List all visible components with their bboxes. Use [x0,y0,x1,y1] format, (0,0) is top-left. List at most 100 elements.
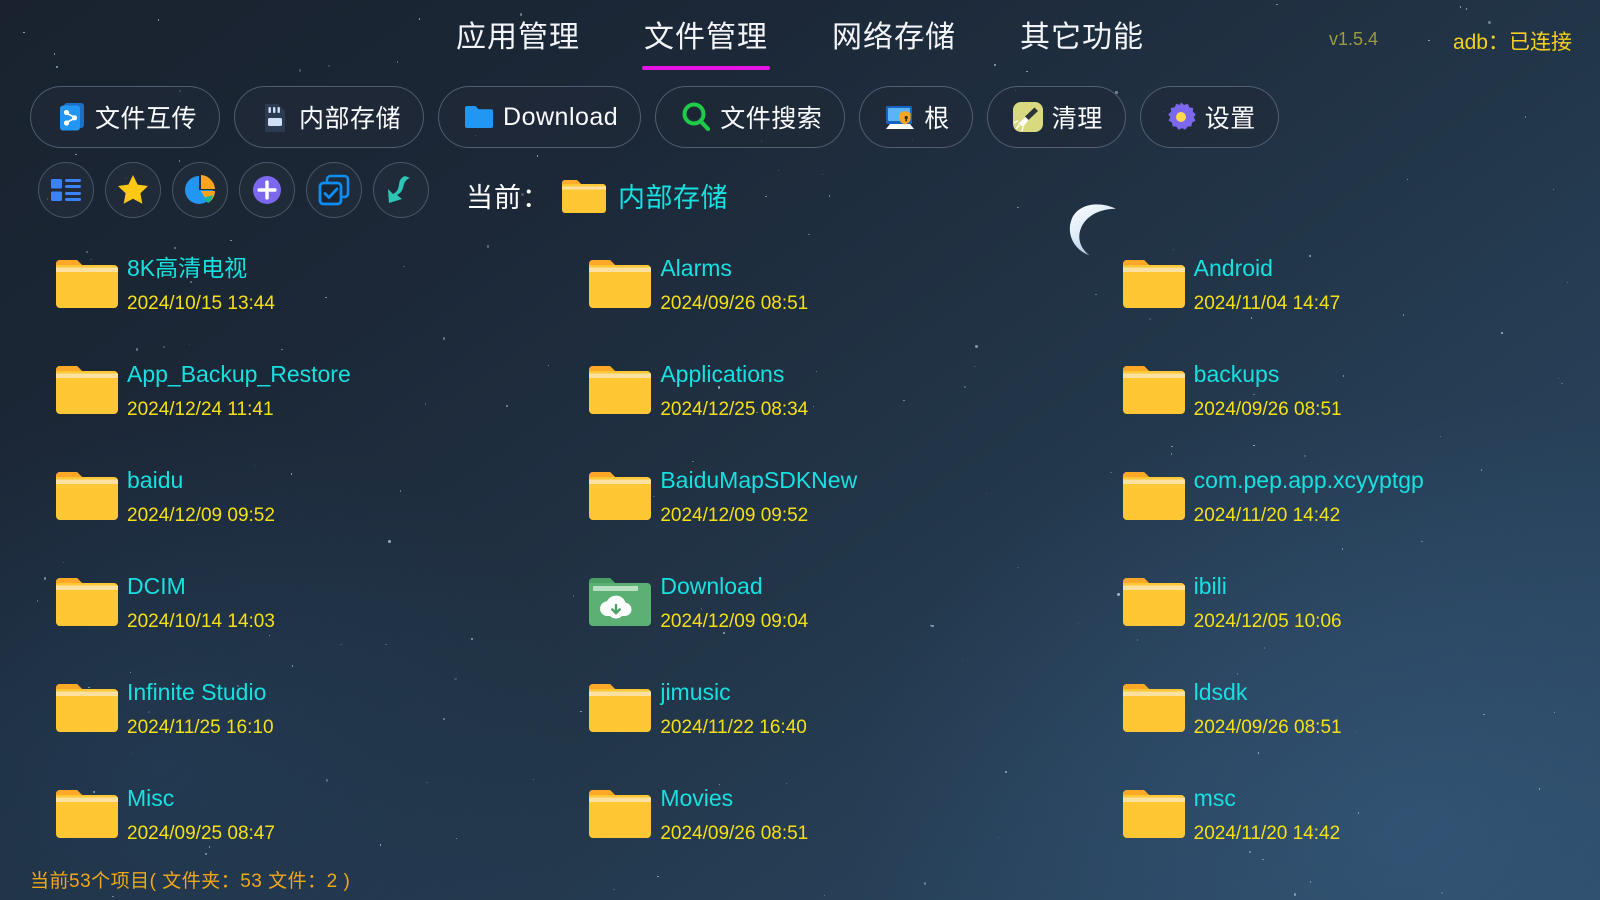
folder-yellow-icon [1122,790,1185,838]
list-view-button[interactable] [38,162,94,218]
file-search-button[interactable]: 文件搜索 [655,86,846,148]
version-label: v1.5.4 [1328,29,1378,49]
file-item[interactable]: Download 2024/12/09 09:04 [533,564,1066,670]
file-date: 2024/09/26 08:51 [1193,717,1342,738]
root-button[interactable]: 根 [859,86,973,148]
file-item[interactable]: Movies 2024/09/26 08:51 [533,776,1066,882]
download-folder-button[interactable]: Download [438,86,642,148]
file-search-label: 文件搜索 [720,105,823,133]
settings-button[interactable]: 设置 [1139,86,1279,148]
refresh-button[interactable] [373,162,429,218]
status-bar: 当前53个项目( 文件夹：53 文件：2 ) [30,871,351,892]
file-date: 2024/12/09 09:04 [660,611,809,632]
clean-label: 清理 [1051,105,1103,133]
list-view-icon [51,179,81,201]
file-name: jimusic [660,679,731,705]
file-date: 2024/12/09 09:52 [127,505,275,526]
file-name: msc [1193,785,1236,811]
clean-button[interactable]: 清理 [986,86,1126,148]
file-list-grid: 8K高清电视 2024/10/15 13:44 Alarms 2024/09/26 … [0,246,1600,856]
settings-label: 设置 [1204,105,1256,133]
tab-file-management[interactable]: 文件管理 [640,6,772,70]
share-files-icon [60,103,84,131]
file-date: 2024/11/04 14:47 [1193,293,1341,314]
file-item[interactable]: ldsdk 2024/09/26 08:51 [1067,670,1600,776]
folder-yellow-icon [1122,684,1185,732]
folder-yellow-icon [56,790,118,838]
tab-other-functions[interactable]: 其它功能 [1016,6,1148,70]
internal-storage-label: 内部存储 [299,105,402,133]
file-item[interactable]: App_Backup_Restore 2024/12/24 11:41 [0,352,533,458]
star-favorite-icon [118,175,148,204]
download-folder-label: Download [503,102,619,131]
folder-yellow-icon [589,790,652,838]
folder-yellow-icon [562,179,606,213]
file-item[interactable]: baidu 2024/12/09 09:52 [0,458,533,564]
file-name: Download [660,573,763,599]
file-name: ldsdk [1193,679,1248,705]
file-name: Alarms [660,255,732,281]
file-item[interactable]: BaiduMapSDKNew 2024/12/09 09:52 [533,458,1066,564]
file-item[interactable]: Applications 2024/12/25 08:34 [533,352,1066,458]
current-path-bar: 当前： 内部存储 [466,176,728,215]
folder-yellow-icon [1122,578,1185,626]
file-name: Misc [127,785,175,811]
file-date: 2024/10/15 13:44 [127,293,275,314]
file-item[interactable]: ibili 2024/12/05 10:06 [1067,564,1600,670]
folder-blue-icon [465,106,494,128]
file-date: 2024/11/20 14:42 [1193,823,1341,844]
action-icon-bar [38,162,429,218]
file-name: Movies [660,785,734,811]
file-date: 2024/09/26 08:51 [660,823,809,844]
tab-app-management[interactable]: 应用管理 [452,6,584,70]
file-name: Android [1193,255,1273,281]
file-date: 2024/11/25 16:10 [127,717,274,738]
add-button[interactable] [239,162,295,218]
folder-yellow-icon [589,684,652,732]
storage-chart-button[interactable] [172,162,228,218]
feature-toolbar: 文件互传 内部存储 Download 文件搜索 根 清理 设置 [30,86,1279,148]
search-green-icon [682,102,711,132]
file-name: Applications [660,361,785,387]
file-date: 2024/10/14 14:03 [127,611,275,632]
folder-yellow-icon [1122,472,1185,520]
folder-yellow-icon [56,260,118,308]
folder-yellow-icon [56,684,118,732]
file-date: 2024/12/24 11:41 [127,399,274,420]
file-name: com.pep.app.xcyyptgp [1193,467,1424,493]
broom-clean-icon [1012,102,1043,132]
file-item[interactable]: msc 2024/11/20 14:42 [1067,776,1600,882]
plus-add-icon [253,176,281,204]
pie-chart-storage-icon [185,175,215,204]
folder-yellow-icon [589,366,652,414]
root-label: 根 [924,105,950,133]
folder-download-green-icon [589,578,652,626]
root-monitor-shield-icon [886,106,915,129]
current-path-value: 内部存储 [618,183,728,213]
file-date: 2024/12/09 09:52 [660,505,809,526]
file-name: ibili [1193,573,1227,599]
file-item[interactable]: DCIM 2024/10/14 14:03 [0,564,533,670]
file-transfer-button[interactable]: 文件互传 [30,86,221,148]
file-item[interactable]: Alarms 2024/09/26 08:51 [533,246,1066,352]
folder-yellow-icon [1122,260,1185,308]
multi-select-icon [318,174,350,206]
sd-card-icon [265,104,286,132]
file-name: App_Backup_Restore [127,361,351,387]
internal-storage-button[interactable]: 内部存储 [234,86,425,148]
file-name: baidu [127,467,184,493]
file-item[interactable]: Android 2024/11/04 14:47 [1067,246,1600,352]
multi-select-button[interactable] [306,162,362,218]
file-name: 8K高清电视 [127,255,248,281]
file-name: Infinite Studio [127,679,267,705]
file-item[interactable]: com.pep.app.xcyyptgp 2024/11/20 14:42 [1067,458,1600,564]
tab-network-storage[interactable]: 网络存储 [828,6,960,70]
file-item[interactable]: backups 2024/09/26 08:51 [1067,352,1600,458]
file-item[interactable]: Infinite Studio 2024/11/25 16:10 [0,670,533,776]
current-path-label: 当前： [466,183,550,213]
file-item[interactable]: 8K高清电视 2024/10/15 13:44 [0,246,533,352]
file-item[interactable]: jimusic 2024/11/22 16:40 [533,670,1066,776]
folder-yellow-icon [1122,366,1185,414]
file-name: BaiduMapSDKNew [660,467,858,493]
favorites-button[interactable] [105,162,161,218]
